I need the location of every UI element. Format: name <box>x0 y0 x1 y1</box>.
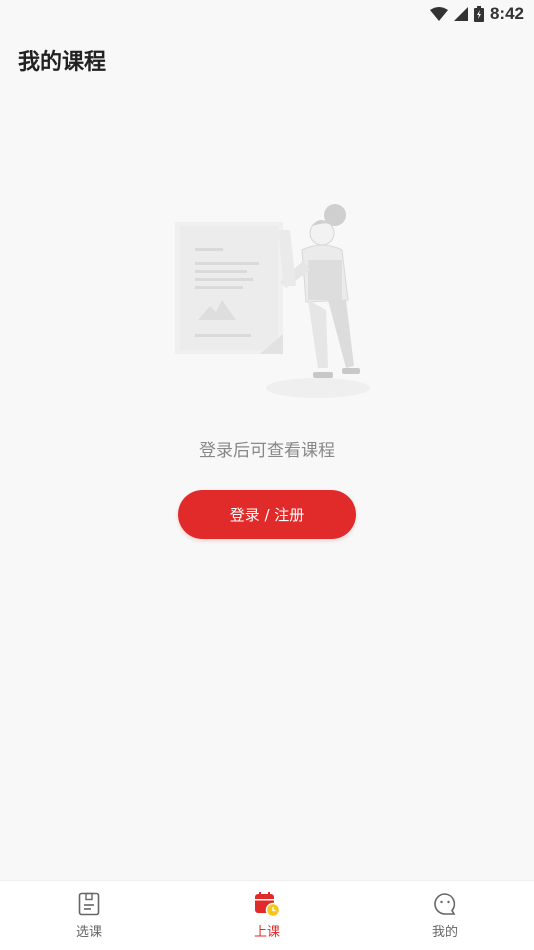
person-with-document-illustration <box>170 200 380 410</box>
bottom-nav: 选课 上课 我的 <box>0 880 534 950</box>
battery-icon <box>473 6 484 22</box>
screen: 8:42 我的课程 登录后可查看课程 登录 / 注册 选课 上课 我的 <box>0 0 534 950</box>
status-bar: 8:42 <box>0 0 534 28</box>
empty-state-message: 登录后可查看课程 <box>199 441 335 461</box>
wifi-icon <box>429 7 448 21</box>
nav-item-attend-class[interactable]: 上课 <box>178 881 356 950</box>
chat-face-icon <box>432 891 458 917</box>
nav-label: 我的 <box>431 925 458 940</box>
page-title: 我的课程 <box>18 50 107 75</box>
calendar-clock-icon <box>254 891 280 917</box>
nav-item-mine[interactable]: 我的 <box>356 881 534 950</box>
nav-label: 选课 <box>75 925 102 940</box>
login-register-button[interactable]: 登录 / 注册 <box>178 490 356 539</box>
nav-label: 上课 <box>253 925 280 940</box>
signal-icon <box>453 7 468 21</box>
document-icon <box>76 891 102 917</box>
status-time: 8:42 <box>489 4 524 23</box>
nav-item-select-course[interactable]: 选课 <box>0 881 178 950</box>
